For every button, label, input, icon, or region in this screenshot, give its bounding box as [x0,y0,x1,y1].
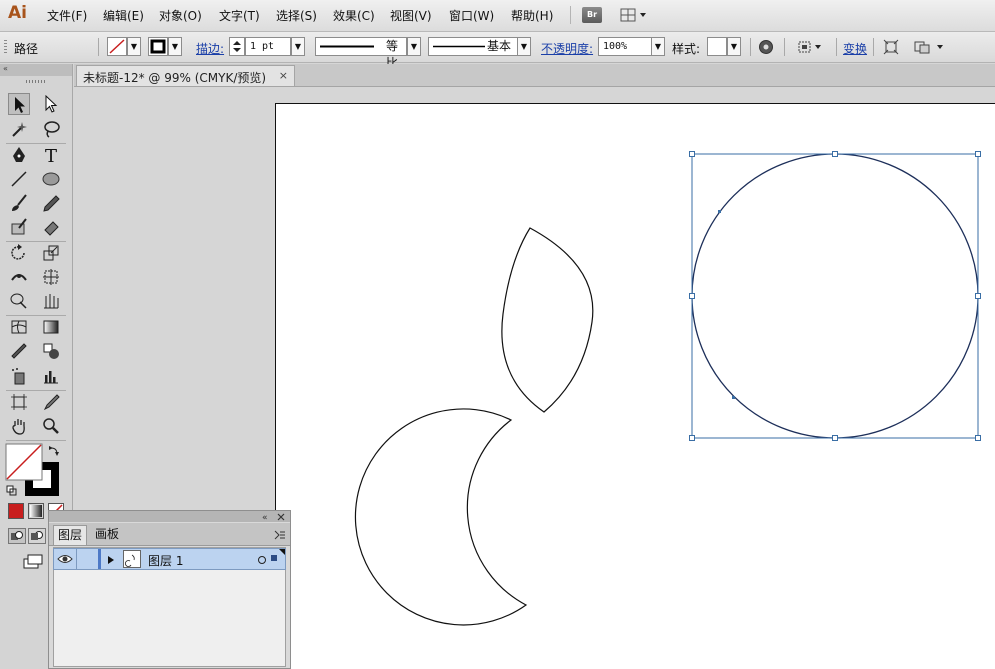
handle-bottom-right[interactable] [975,435,981,441]
handle-top-right[interactable] [975,151,981,157]
layers-panel-titlebar[interactable]: « [49,511,290,523]
handle-bottom-left[interactable] [689,435,695,441]
handle-bottom[interactable] [832,435,838,441]
layer-corner-marker [279,549,285,555]
panel-menu-icon[interactable] [274,529,286,540]
crescent-shape[interactable] [354,408,528,626]
selected-circle-shape[interactable] [691,153,979,439]
tab-layers[interactable]: 图层 [53,525,88,545]
handle-left[interactable] [689,293,695,299]
layer-color-bar [98,549,101,569]
leaf-shape[interactable] [501,227,594,413]
svg-text:«: « [262,513,268,522]
anchor-point[interactable] [732,396,735,399]
triangle-icon[interactable] [107,554,115,564]
layers-panel-tabs: 图层 画板 [49,523,290,546]
panel-controls: « [262,513,285,523]
eye-icon[interactable] [57,552,73,566]
layer-name[interactable]: 图层 1 [148,552,183,569]
layers-panel: « 图层 画板 图层 1 [48,510,291,669]
layer-thumbnail [123,550,141,568]
anchor-point[interactable] [718,210,721,213]
lock-column-divider [76,549,77,569]
tab-artboards[interactable]: 画板 [91,525,123,545]
target-icon[interactable] [257,554,267,564]
handle-right[interactable] [975,293,981,299]
layer-row[interactable]: 图层 1 [53,548,286,570]
handle-top[interactable] [832,151,838,157]
handle-top-left[interactable] [689,151,695,157]
selection-indicator[interactable] [271,555,277,561]
